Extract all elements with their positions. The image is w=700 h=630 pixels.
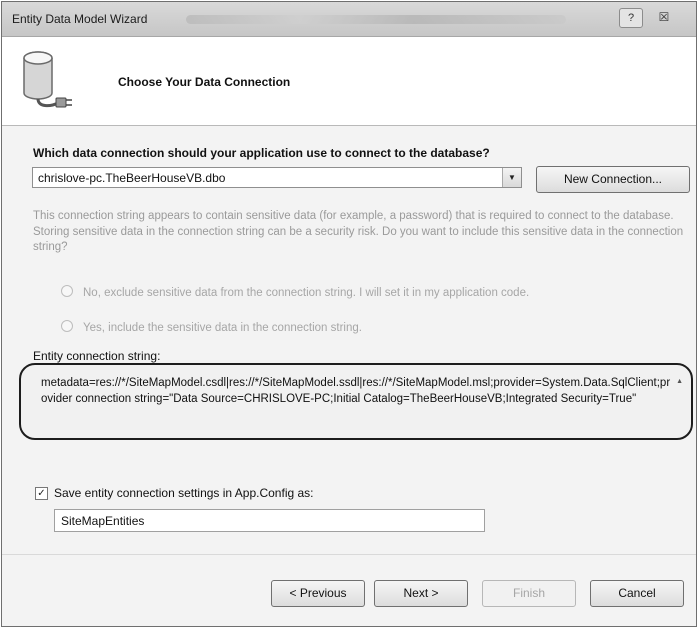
radio-icon[interactable]: [61, 285, 73, 297]
finish-button[interactable]: Finish: [482, 580, 576, 607]
cancel-button[interactable]: Cancel: [590, 580, 684, 607]
help-button[interactable]: ?: [619, 8, 643, 28]
exclude-sensitive-label: No, exclude sensitive data from the conn…: [83, 287, 530, 299]
exclude-sensitive-option[interactable]: No, exclude sensitive data from the conn…: [61, 285, 529, 299]
entity-connection-textbox[interactable]: metadata=res://*/SiteMapModel.csdl|res:/…: [19, 363, 693, 440]
include-sensitive-label: Yes, include the sensitive data in the c…: [83, 322, 362, 334]
next-button[interactable]: Next >: [374, 580, 468, 607]
connection-question: Which data connection should your applic…: [33, 146, 490, 160]
wizard-window: Entity Data Model Wizard ? ☒ Choose Your…: [1, 1, 697, 627]
save-settings-label[interactable]: Save entity connection settings in App.C…: [54, 486, 314, 500]
new-connection-button[interactable]: New Connection...: [536, 166, 690, 193]
blurred-title-decoration: [186, 15, 566, 24]
save-settings-checkbox[interactable]: ✓: [35, 487, 48, 500]
previous-button[interactable]: < Previous: [271, 580, 365, 607]
close-button[interactable]: ☒: [652, 8, 676, 26]
page-title: Choose Your Data Connection: [118, 75, 291, 89]
title-bar: Entity Data Model Wizard ? ☒: [2, 2, 696, 37]
footer-divider: [2, 554, 696, 555]
entities-name-input[interactable]: [54, 509, 485, 532]
database-plug-icon: [23, 51, 72, 108]
wizard-header: Choose Your Data Connection: [2, 37, 696, 126]
sensitive-data-warning: This connection string appears to contai…: [33, 210, 684, 253]
entity-connection-label: Entity connection string:: [33, 349, 161, 363]
selected-connection: chrislove-pc.TheBeerHouseVB.dbo: [38, 171, 226, 185]
chevron-down-icon[interactable]: ▼: [502, 168, 521, 187]
radio-icon[interactable]: [61, 320, 73, 332]
scroll-up-icon[interactable]: ▲: [676, 378, 683, 385]
data-connection-dropdown[interactable]: chrislove-pc.TheBeerHouseVB.dbo ▼: [32, 167, 522, 188]
window-title: Entity Data Model Wizard: [12, 12, 148, 26]
include-sensitive-option[interactable]: Yes, include the sensitive data in the c…: [61, 320, 362, 334]
entity-connection-value: metadata=res://*/SiteMapModel.csdl|res:/…: [41, 377, 671, 405]
